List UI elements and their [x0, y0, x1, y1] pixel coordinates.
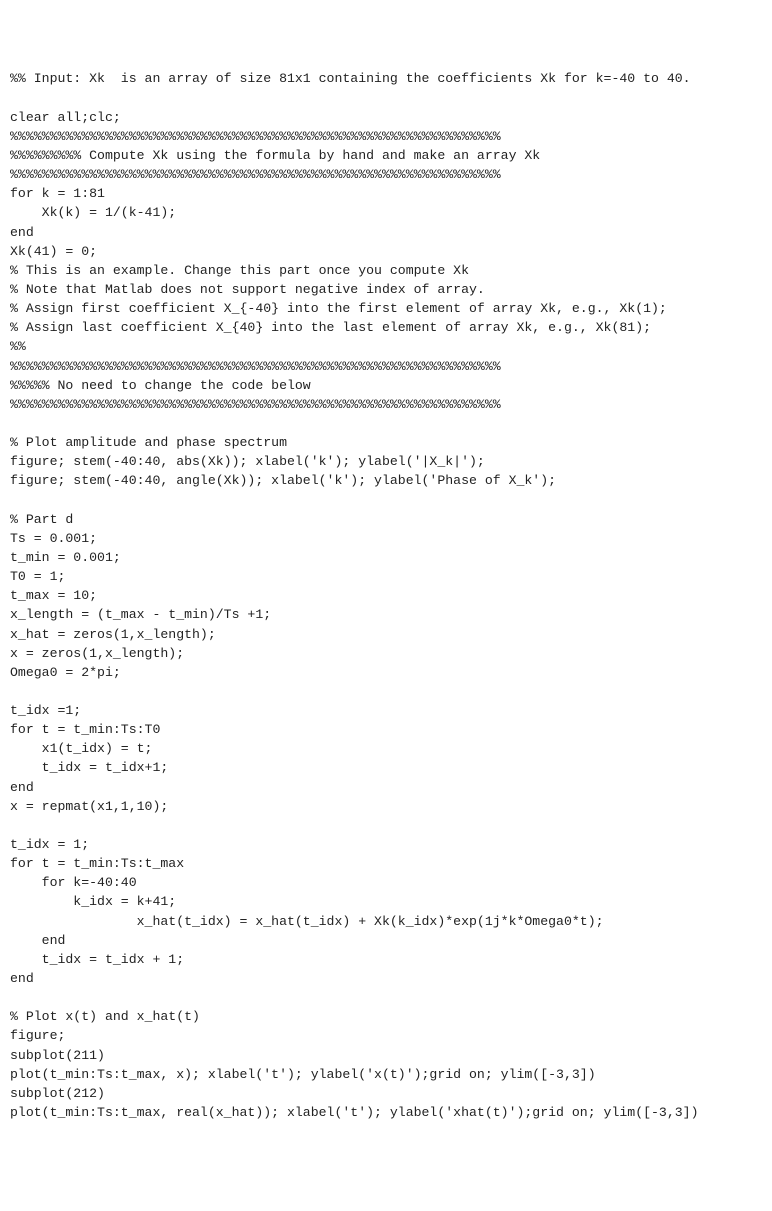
code-line: %%%%%%%%%%%%%%%%%%%%%%%%%%%%%%%%%%%%%%%%…: [10, 127, 762, 146]
code-line: t_idx =1;: [10, 701, 762, 720]
code-line: end: [10, 931, 762, 950]
code-line: t_min = 0.001;: [10, 548, 762, 567]
code-line: [10, 682, 762, 701]
code-line: figure;: [10, 1026, 762, 1045]
code-line: x_length = (t_max - t_min)/Ts +1;: [10, 605, 762, 624]
code-line: % Assign first coefficient X_{-40} into …: [10, 299, 762, 318]
code-line: t_idx = t_idx+1;: [10, 758, 762, 777]
code-line: [10, 816, 762, 835]
code-line: [10, 988, 762, 1007]
code-line: % This is an example. Change this part o…: [10, 261, 762, 280]
code-line: % Plot amplitude and phase spectrum: [10, 433, 762, 452]
code-line: x1(t_idx) = t;: [10, 739, 762, 758]
code-line: plot(t_min:Ts:t_max, x); xlabel('t'); yl…: [10, 1065, 762, 1084]
code-line: t_idx = 1;: [10, 835, 762, 854]
code-line: for k=-40:40: [10, 873, 762, 892]
code-line: [10, 491, 762, 510]
code-line: T0 = 1;: [10, 567, 762, 586]
code-line: for t = t_min:Ts:T0: [10, 720, 762, 739]
code-line: end: [10, 969, 762, 988]
code-line: %%%%%%%%%%%%%%%%%%%%%%%%%%%%%%%%%%%%%%%%…: [10, 357, 762, 376]
code-line: Omega0 = 2*pi;: [10, 663, 762, 682]
code-line: %% Input: Xk is an array of size 81x1 co…: [10, 69, 762, 88]
code-line: plot(t_min:Ts:t_max, real(x_hat)); xlabe…: [10, 1103, 762, 1122]
code-line: t_idx = t_idx + 1;: [10, 950, 762, 969]
code-line: figure; stem(-40:40, angle(Xk)); xlabel(…: [10, 471, 762, 490]
code-line: subplot(212): [10, 1084, 762, 1103]
code-line: % Note that Matlab does not support nega…: [10, 280, 762, 299]
code-line: t_max = 10;: [10, 586, 762, 605]
code-line: % Assign last coefficient X_{40} into th…: [10, 318, 762, 337]
code-line: for k = 1:81: [10, 184, 762, 203]
code-block: %% Input: Xk is an array of size 81x1 co…: [10, 69, 762, 1122]
code-line: %%%%%%%%%%%%%%%%%%%%%%%%%%%%%%%%%%%%%%%%…: [10, 165, 762, 184]
code-line: end: [10, 223, 762, 242]
code-line: x_hat = zeros(1,x_length);: [10, 625, 762, 644]
code-line: % Part d: [10, 510, 762, 529]
code-line: subplot(211): [10, 1046, 762, 1065]
code-line: x = repmat(x1,1,10);: [10, 797, 762, 816]
code-line: clear all;clc;: [10, 108, 762, 127]
code-line: figure; stem(-40:40, abs(Xk)); xlabel('k…: [10, 452, 762, 471]
code-line: for t = t_min:Ts:t_max: [10, 854, 762, 873]
code-line: [10, 414, 762, 433]
code-line: %%%%%%%%% Compute Xk using the formula b…: [10, 146, 762, 165]
code-line: %%: [10, 337, 762, 356]
code-line: end: [10, 778, 762, 797]
code-line: Xk(k) = 1/(k-41);: [10, 203, 762, 222]
code-line: k_idx = k+41;: [10, 892, 762, 911]
code-line: %%%%%%%%%%%%%%%%%%%%%%%%%%%%%%%%%%%%%%%%…: [10, 395, 762, 414]
code-line: x_hat(t_idx) = x_hat(t_idx) + Xk(k_idx)*…: [10, 912, 762, 931]
code-line: %%%%% No need to change the code below: [10, 376, 762, 395]
code-line: Ts = 0.001;: [10, 529, 762, 548]
code-line: Xk(41) = 0;: [10, 242, 762, 261]
code-line: x = zeros(1,x_length);: [10, 644, 762, 663]
code-line: [10, 89, 762, 108]
